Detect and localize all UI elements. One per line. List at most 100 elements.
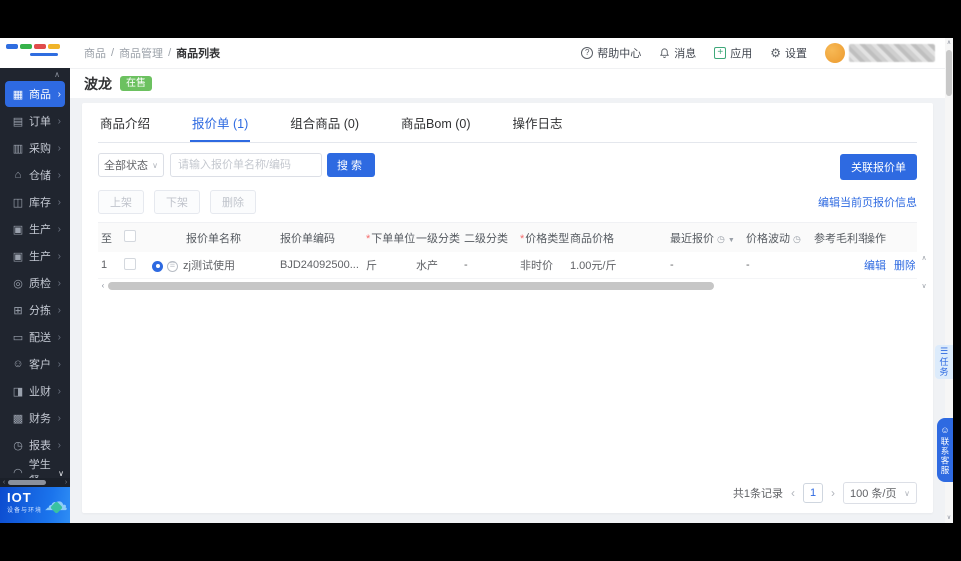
chevron-right-icon: › [57,277,61,289]
off-shelf-button[interactable]: 下架 [154,190,200,214]
sidebar-item-inventory[interactable]: ◫ 库存 › [5,189,65,215]
avatar[interactable] [825,43,845,63]
help-label: 帮助中心 [597,48,642,60]
sidebar-item-customers[interactable]: ☺ 客户 › [5,351,65,377]
layers-icon: ☰ [939,346,949,356]
sidebar-item-reports[interactable]: ◷ 报表 › [5,432,65,458]
messages-button[interactable]: 消息 [659,45,696,61]
sidebar-item-production-1[interactable]: ▣ 生产 › [5,216,65,242]
tab-goods-bom[interactable]: 商品Bom (0) [399,103,472,142]
page-size-select[interactable]: 100 条/页 ∨ [843,482,917,504]
blue-dot-icon[interactable] [152,260,163,272]
sidebar-item-student-meals[interactable]: ◠ 学生餐 [5,459,65,478]
breadcrumb-item-goods[interactable]: 商品 [84,45,106,61]
tab-quotations[interactable]: 报价单 (1) [190,103,251,142]
sidebar-item-label: 客户 [29,359,51,371]
help-center-button[interactable]: ? 帮助中心 [581,45,641,61]
app-logo [0,38,70,68]
sidebar-item-finance[interactable]: ▩ 财务 › [5,405,65,431]
select-all-checkbox[interactable] [124,230,136,242]
search-button[interactable]: 搜索 [327,153,375,177]
chevron-right-icon: › [57,439,61,451]
col-category2: 二级分类 [464,232,508,245]
scrollbar-thumb[interactable] [946,50,952,96]
sidebar-item-sorting[interactable]: ⊞ 分拣 › [5,297,65,323]
clock-icon[interactable]: ◷ [793,234,801,244]
sidebar-item-label: 商品 [29,89,51,101]
row-checkbox[interactable] [124,257,136,270]
sidebar-item-label: 配送 [29,332,51,344]
sidebar-item-goods[interactable]: ▦ 商品 › [5,81,65,107]
scroll-up-icon[interactable]: ∧ [921,254,926,262]
sidebar-item-label: 库存 [29,197,51,209]
inventory-icon: ◫ [12,196,24,209]
delivery-icon: ▭ [12,331,24,344]
col-ref-margin: 参考毛利率 [814,232,869,245]
gray-circle-icon[interactable]: ☰ [167,260,178,272]
scroll-down-icon[interactable]: ∨ [921,282,926,290]
next-page-icon[interactable]: › [831,486,835,500]
table-row[interactable]: 1 ☰ zj测试使用 BJD24092500... 斤 水产 - 非时价 1.0… [98,252,917,279]
help-icon: ? [581,47,594,59]
tab-operation-log[interactable]: 操作日志 [511,103,565,142]
delete-button[interactable]: 删除 [210,190,256,214]
quality-icon: ◎ [13,277,23,290]
tab-product-intro[interactable]: 商品介绍 [98,103,152,142]
menu-scroll-down-icon[interactable]: ∨ [58,469,64,478]
apps-button[interactable]: + 应用 [714,45,752,61]
filter-icon[interactable]: ▼ [728,237,735,244]
delete-link[interactable]: 删除 [894,260,915,272]
menu-scroll-up-icon[interactable]: ∧ [0,70,70,80]
main-area: 商品 / 商品管理 / 商品列表 ? 帮助中心 消息 + 应用 ⚙ 设置 波龙 … [70,38,945,523]
tab-combo-goods[interactable]: 组合商品 (0) [288,103,361,142]
table-vertical-scrollbar[interactable]: ∧ ∨ [919,254,929,290]
sidebar-item-production-2[interactable]: ▣ 生产 › [5,243,65,269]
scroll-up-icon[interactable]: ∧ [947,38,951,48]
cell-price: 1.00元/斤 [570,260,617,272]
page-number[interactable]: 1 [803,483,823,503]
scroll-down-icon[interactable]: ∨ [947,513,951,523]
sidebar-item-quality[interactable]: ◎ 质检 › [5,270,65,296]
edit-link[interactable]: 编辑 [864,260,886,272]
chevron-down-icon: ∨ [904,488,910,498]
settings-label: 设置 [785,48,807,60]
scroll-left-icon[interactable]: ‹ [0,479,8,486]
sidebar-horizontal-scrollbar[interactable]: ‹ › [0,478,70,487]
scrollbar-thumb[interactable] [8,480,46,485]
tab-bar: 商品介绍 报价单 (1) 组合商品 (0) 商品Bom (0) 操作日志 [98,103,917,143]
status-select[interactable]: 全部状态 ∨ [98,153,164,177]
col-price: 商品价格 [570,232,614,245]
clock-icon[interactable]: ◷ [717,234,725,244]
cell-operations: 编辑 删除 [864,257,915,273]
quotation-name[interactable]: zj测试使用 [183,260,235,272]
quotation-table: 至 报价单名称 报价单编码 *下单单位 一级分类 二级分类 *价格类型 商品价格… [98,222,927,290]
scroll-right-icon[interactable]: › [62,479,70,486]
breadcrumb-item-goods-mgmt[interactable]: 商品管理 [119,45,163,61]
apps-icon: + [714,47,727,59]
scroll-left-icon[interactable]: ‹ [98,281,108,290]
required-mark: * [366,232,371,245]
on-shelf-button[interactable]: 上架 [98,190,144,214]
col-code: 报价单编码 [280,232,335,245]
sidebar-item-purchasing[interactable]: ▥ 采购 › [5,135,65,161]
account-menu[interactable] [825,43,935,63]
prev-page-icon[interactable]: ‹ [791,486,795,500]
sidebar-item-business-finance[interactable]: ◨ 业财 › [5,378,65,404]
required-mark: * [520,232,525,245]
settings-button[interactable]: ⚙ 设置 [770,45,807,61]
scrollbar-thumb[interactable] [108,281,715,290]
search-input[interactable] [170,153,322,177]
col-price-type: *价格类型 [520,232,570,245]
table-horizontal-scrollbar[interactable]: ‹ [98,281,917,290]
chevron-right-icon: › [57,331,61,343]
sidebar-item-delivery[interactable]: ▭ 配送 › [5,324,65,350]
sidebar-item-warehouse[interactable]: ⌂ 仓储 › [5,162,65,188]
associate-quotation-button[interactable]: 关联报价单 [840,154,917,180]
customer-service-float-button[interactable]: ☺ 联系客服 [937,418,953,482]
cell-category2: - [464,259,468,271]
col-checkbox [124,230,152,245]
edit-current-page-link[interactable]: 编辑当前页报价信息 [818,194,917,210]
sidebar-item-orders[interactable]: ▤ 订单 › [5,108,65,134]
tasks-float-button[interactable]: ☰ 任务 [935,345,953,379]
sidebar-item-label: 学生餐 [28,459,51,478]
